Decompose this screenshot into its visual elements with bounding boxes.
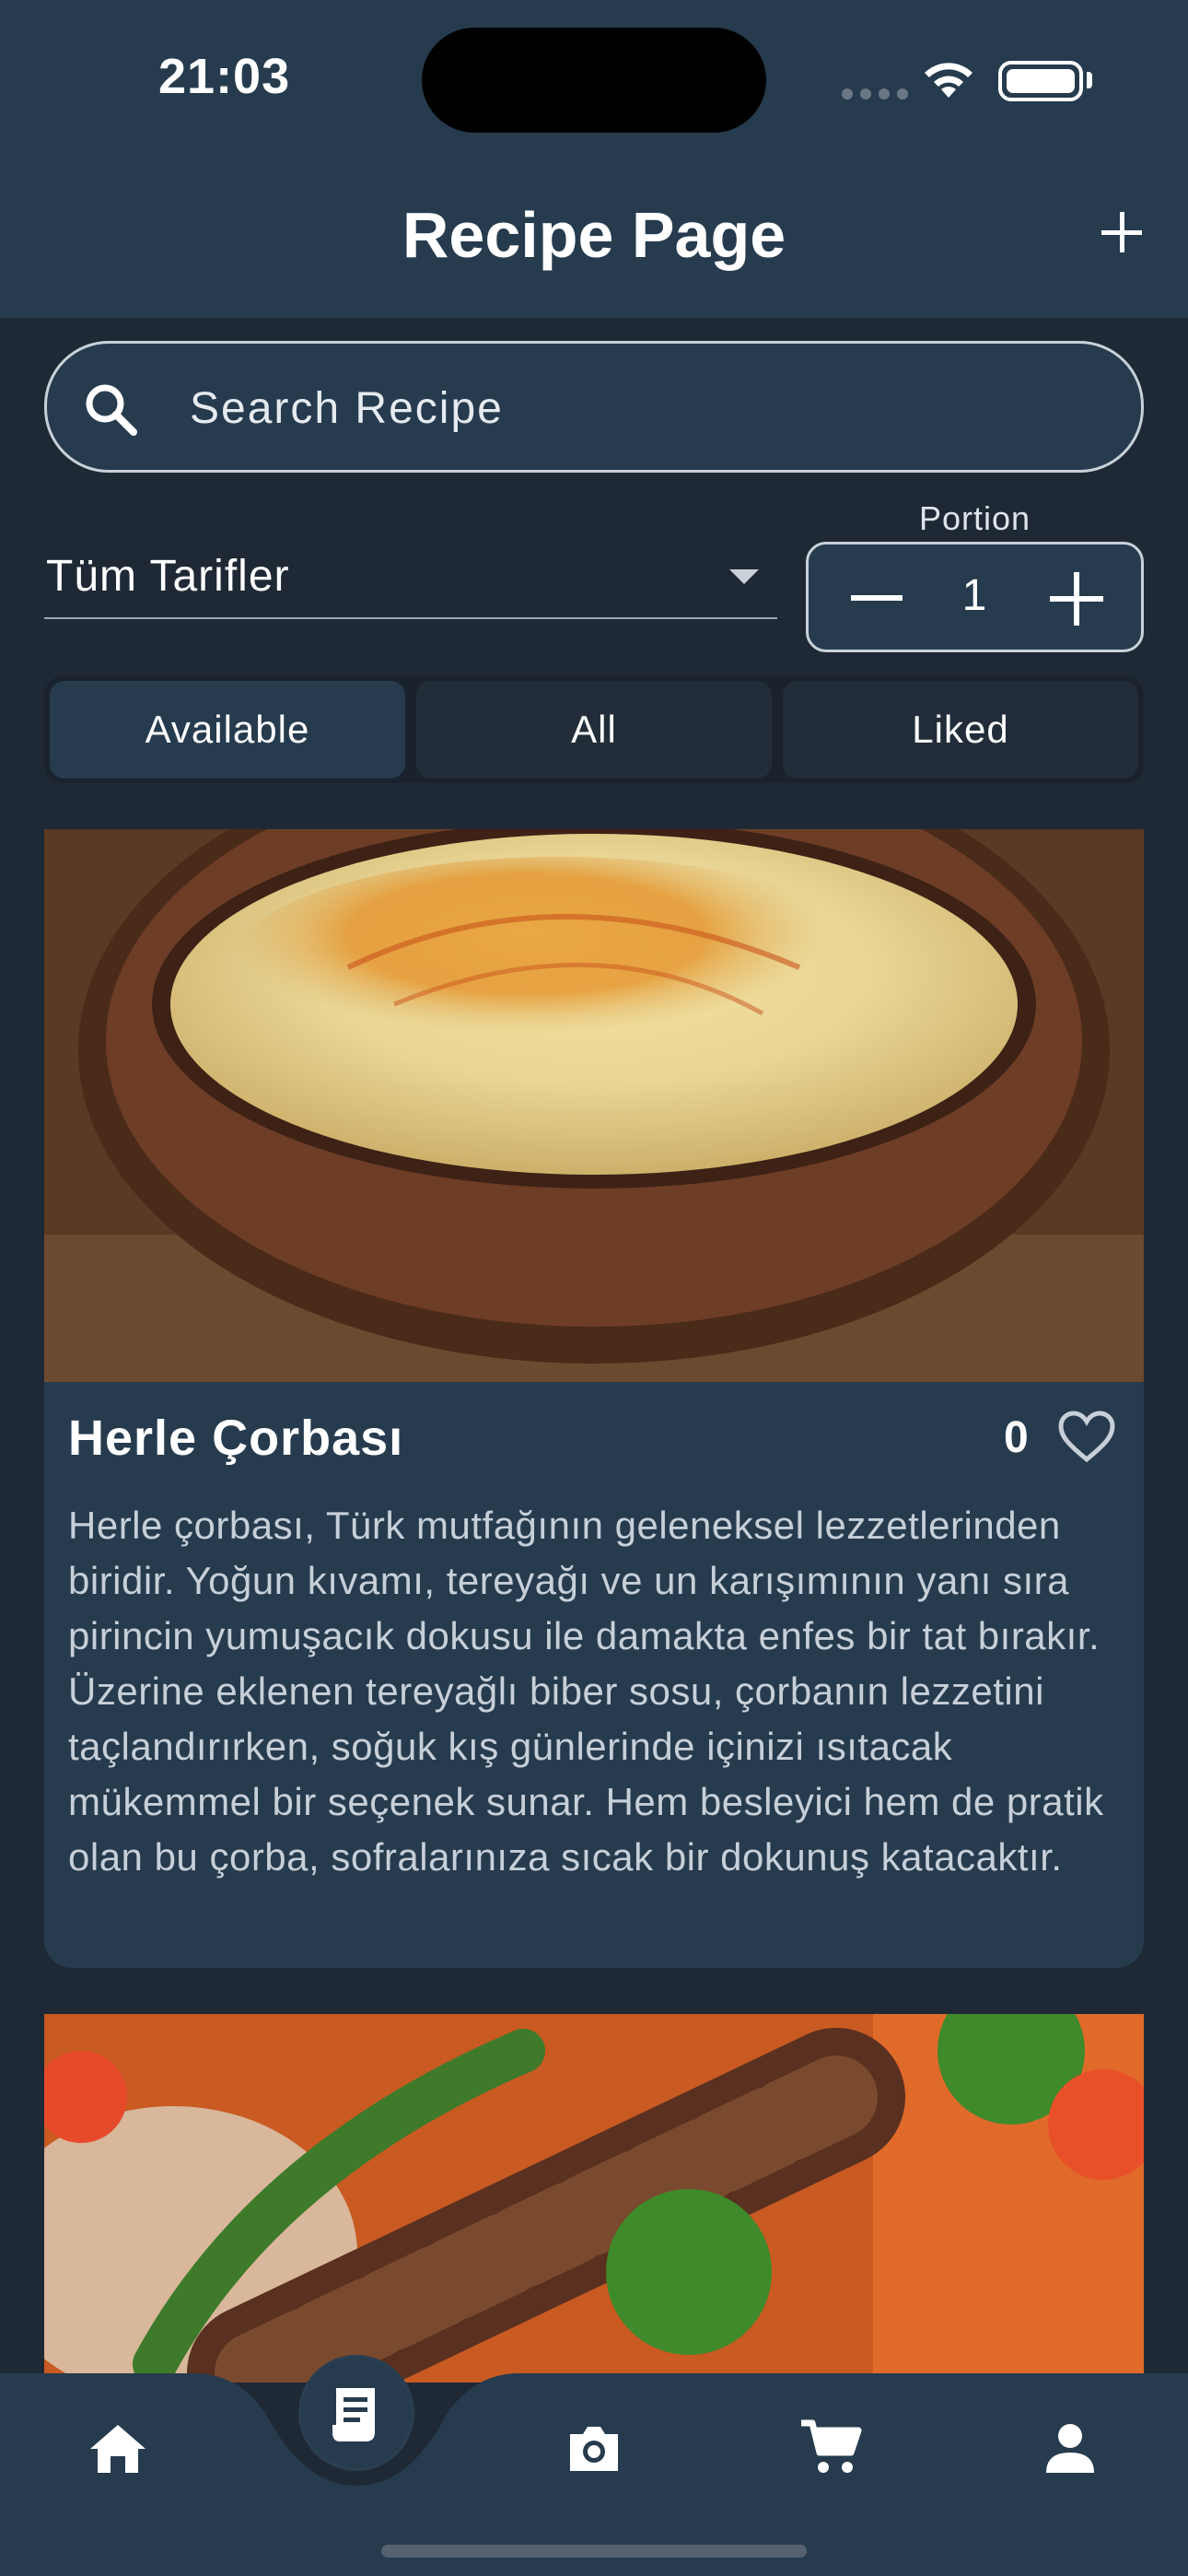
battery-nub [1087, 72, 1092, 88]
recipe-title: Herle Çorbası [68, 1411, 404, 1466]
app-header: 21:03 Recipe Page [0, 0, 1188, 318]
recipe-image-soup [44, 829, 1144, 1382]
recipe-image-kebab[interactable] [44, 2014, 1144, 2383]
recipe-page-screen: 21:03 Recipe Page Tüm Tarifler Portion 1 [0, 0, 1188, 2576]
tab-available[interactable]: Available [50, 681, 405, 779]
search-bar[interactable] [44, 341, 1144, 473]
recipe-filter-tabs: Available All Liked [44, 676, 1144, 783]
heart-icon[interactable] [1057, 1410, 1116, 1465]
portion-value: 1 [961, 571, 987, 620]
portion-decrement-button[interactable] [851, 595, 903, 601]
cart-icon[interactable] [794, 2412, 868, 2486]
battery-icon [998, 61, 1083, 101]
recipe-description: Herle çorbası, Türk mutfağının gelenekse… [68, 1504, 1104, 1879]
like-count: 0 [1004, 1413, 1029, 1462]
cellular-signal-icon [842, 88, 908, 100]
add-recipe-button[interactable] [1092, 205, 1151, 263]
portion-label: Portion [918, 499, 1031, 537]
profile-icon[interactable] [1033, 2412, 1107, 2486]
category-dropdown[interactable]: Tüm Tarifler [44, 534, 777, 619]
status-time: 21:03 [158, 49, 291, 104]
tab-all[interactable]: All [416, 681, 772, 779]
recipe-icon [332, 2388, 375, 2441]
portion-stepper: 1 [806, 542, 1144, 652]
recipe-card[interactable]: Herle Çorbası 0 Herle çorbası, Türk mutf… [44, 829, 1144, 1968]
search-input[interactable] [190, 379, 1019, 438]
search-icon [86, 384, 137, 436]
camera-icon[interactable] [557, 2412, 631, 2486]
home-indicator [381, 2545, 807, 2558]
page-title: Recipe Page [402, 199, 786, 271]
portion-increment-button[interactable] [1050, 572, 1103, 626]
chevron-down-icon [729, 569, 759, 584]
wifi-icon [925, 63, 973, 98]
dynamic-island [422, 28, 766, 133]
home-icon[interactable] [81, 2412, 155, 2486]
tab-liked[interactable]: Liked [783, 681, 1138, 779]
category-selected-value: Tüm Tarifler [46, 552, 290, 601]
